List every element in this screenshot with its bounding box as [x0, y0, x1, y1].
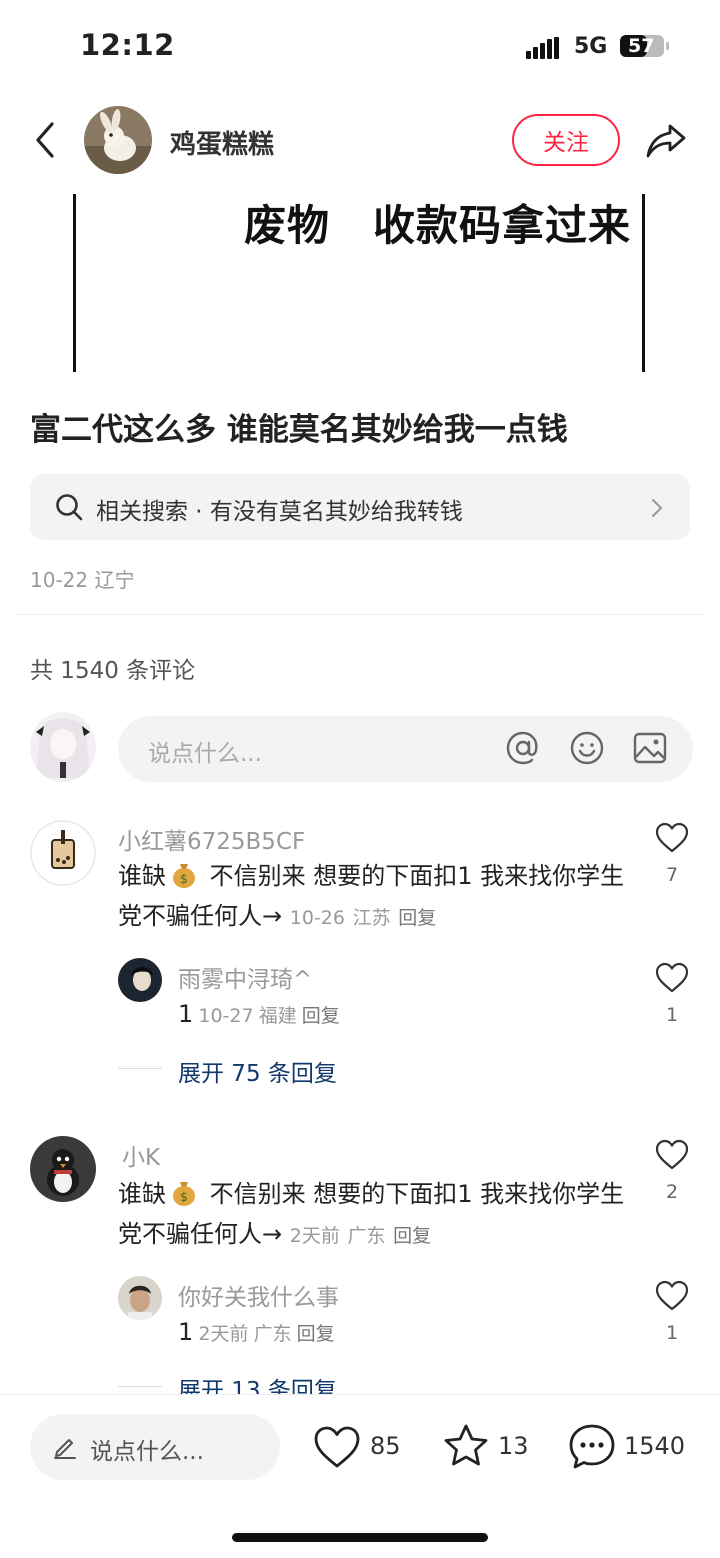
- battery-icon: 57: [620, 34, 670, 58]
- commenter-avatar[interactable]: [30, 820, 96, 886]
- author-avatar[interactable]: [84, 106, 152, 174]
- reply-text: 1: [178, 1000, 194, 1028]
- reply-content: 1 10-27 福建 回复: [178, 1000, 340, 1028]
- reply-link[interactable]: 回复: [297, 1323, 335, 1345]
- image-border-left: [73, 194, 76, 372]
- image-caption-text: 废物 收款码拿过来: [244, 201, 632, 250]
- commenter-name[interactable]: 小红薯6725B5CF: [118, 822, 305, 856]
- comment-count-total: 1540: [624, 1432, 686, 1460]
- heart-icon[interactable]: [655, 1139, 689, 1171]
- like-count: 2: [665, 1181, 679, 1203]
- comment-count: 共 1540 条评论: [30, 658, 196, 684]
- commenter-name[interactable]: 小K: [122, 1138, 160, 1172]
- expand-divider: [118, 1068, 162, 1069]
- reply-avatar[interactable]: [118, 958, 162, 1002]
- reply-content: 1 2天前 广东 回复: [178, 1318, 335, 1346]
- money-bag-icon: $: [173, 1182, 195, 1206]
- like-count-total: 85: [370, 1432, 401, 1460]
- signal-icon: [526, 37, 559, 59]
- heart-icon[interactable]: [655, 962, 689, 994]
- commenter-avatar[interactable]: [30, 1136, 96, 1202]
- emoji-icon[interactable]: [569, 730, 605, 766]
- search-icon: [56, 494, 83, 521]
- reply-location: 福建: [258, 1005, 297, 1027]
- star-icon[interactable]: [441, 1422, 491, 1470]
- status-time: 12:12: [80, 28, 175, 62]
- comment-text-prefix: 谁缺: [118, 862, 166, 890]
- expand-divider: [118, 1386, 162, 1387]
- bottom-input-placeholder[interactable]: 说点什么...: [90, 1432, 204, 1466]
- follow-button[interactable]: 关注: [512, 114, 620, 166]
- reply-date: 2天前: [198, 1323, 249, 1345]
- like-icon[interactable]: [313, 1424, 361, 1470]
- expand-replies-button[interactable]: 展开 75 条回复: [178, 1054, 337, 1088]
- like-count: 7: [665, 864, 679, 886]
- home-indicator: [232, 1533, 488, 1542]
- chevron-right-icon: [652, 499, 663, 517]
- reply-link[interactable]: 回复: [393, 1225, 431, 1247]
- collect-count: 13: [498, 1432, 529, 1460]
- related-search-text[interactable]: 相关搜索 · 有没有莫名其妙给我转钱: [96, 492, 463, 526]
- like-count: 1: [665, 1004, 679, 1026]
- comment-date: 2天前: [289, 1225, 340, 1247]
- comment-text: 谁缺 $ 不信别来 想要的下面扣1 我来找你学生党不骗任何人→ 2天前 广东 回复: [118, 1174, 628, 1256]
- reply-user-name[interactable]: 雨雾中浔琦^: [178, 960, 312, 994]
- like-count: 1: [665, 1322, 679, 1344]
- post-date-location: 10-22 辽宁: [30, 568, 135, 592]
- comment-location: 江苏: [352, 907, 391, 929]
- comment-input-placeholder[interactable]: 说点什么...: [148, 734, 262, 768]
- reply-location: 广东: [253, 1323, 292, 1345]
- battery-level: 57: [628, 35, 655, 57]
- heart-icon[interactable]: [655, 1280, 689, 1312]
- reply-user-name[interactable]: 你好关我什么事: [178, 1278, 339, 1312]
- mention-icon[interactable]: [505, 730, 541, 766]
- my-avatar: [30, 712, 96, 782]
- comment-date: 10-26: [289, 907, 345, 929]
- comment-text-prefix: 谁缺: [118, 1180, 166, 1208]
- reply-link[interactable]: 回复: [398, 907, 436, 929]
- image-border-right: [642, 194, 645, 372]
- divider: [14, 614, 706, 615]
- pencil-icon: [54, 1439, 76, 1459]
- comment-location: 广东: [347, 1225, 386, 1247]
- network-label: 5G: [574, 34, 608, 59]
- reply-date: 10-27: [198, 1005, 254, 1027]
- reply-text: 1: [178, 1318, 194, 1346]
- comment-text: 谁缺 $ 不信别来 想要的下面扣1 我来找你学生党不骗任何人→ 10-26 江苏 …: [118, 856, 628, 938]
- svg-text:$: $: [180, 1190, 188, 1204]
- post-title: 富二代这么多 谁能莫名其妙给我一点钱: [30, 412, 568, 448]
- reply-avatar[interactable]: [118, 1276, 162, 1320]
- back-icon[interactable]: [30, 118, 60, 162]
- share-icon[interactable]: [644, 118, 688, 162]
- image-icon[interactable]: [632, 730, 668, 766]
- svg-text:$: $: [180, 872, 188, 886]
- heart-icon[interactable]: [655, 822, 689, 854]
- author-name[interactable]: 鸡蛋糕糕: [170, 124, 274, 161]
- money-bag-icon: $: [173, 864, 195, 888]
- reply-link[interactable]: 回复: [302, 1005, 340, 1027]
- bottom-divider: [0, 1394, 720, 1395]
- comment-icon[interactable]: [567, 1422, 617, 1472]
